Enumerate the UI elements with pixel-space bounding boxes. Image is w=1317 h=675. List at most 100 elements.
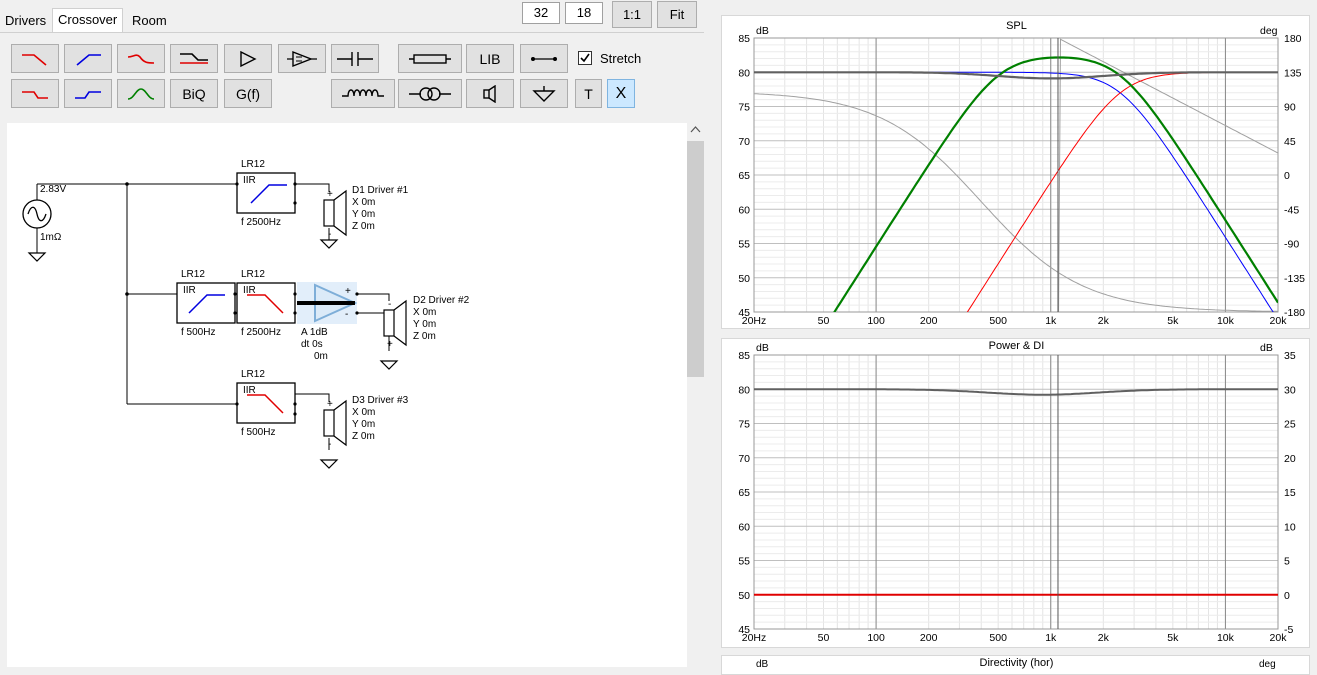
x-tick: 20k [1270, 315, 1288, 327]
filter-block-1[interactable]: LR12 IIR f 2500Hz [236, 159, 296, 228]
driver-2-z: Z 0m [413, 331, 436, 342]
tab-room[interactable]: Room [127, 10, 172, 32]
left-unit-label: dB [756, 342, 769, 354]
fit-button[interactable]: Fit [657, 1, 697, 28]
wire-icon [531, 56, 557, 61]
power-di-graph[interactable]: 85807570656055504535302520151050-520Hz 50… [722, 339, 1311, 649]
x-tick: 5k [1167, 315, 1179, 327]
y-tick-left: 85 [738, 350, 750, 362]
lowpass-filter-tool[interactable] [11, 44, 59, 73]
tab-drivers[interactable]: Drivers [0, 10, 52, 32]
x-tick: 10k [1217, 315, 1235, 327]
one-to-one-button[interactable]: 1:1 [612, 1, 652, 28]
y-tick-right: -180 [1284, 307, 1305, 319]
biquad-button[interactable]: BiQ [170, 79, 218, 108]
wire-tool[interactable] [520, 44, 568, 73]
y-tick-right: 20 [1284, 453, 1296, 465]
stretch-checkbox[interactable] [578, 51, 592, 65]
left-unit-label: dB [756, 25, 769, 37]
svg-text:-: - [388, 299, 391, 310]
directivity-graph-panel: Directivity (hor) dB deg [721, 655, 1310, 675]
x-tick: 1k [1045, 315, 1057, 327]
bandpass-tool[interactable] [117, 79, 165, 108]
highpass-filter-tool[interactable] [64, 44, 112, 73]
filter-block-2[interactable]: LR12 IIR f 500Hz [176, 269, 236, 338]
y-tick-left: 60 [738, 204, 750, 216]
shelf-icon [180, 52, 208, 64]
spl-graph[interactable]: 85807570656055504518013590450-45-90-135-… [722, 16, 1311, 330]
resistor-tool[interactable] [398, 44, 462, 73]
filter-4-kind: IIR [243, 385, 256, 396]
speaker-tool[interactable] [466, 79, 514, 108]
driver-3-speaker[interactable]: +- [319, 399, 347, 469]
amplifier-block[interactable]: + - A 1dB dt 0s 0m [297, 282, 358, 362]
filter-block-4[interactable]: LR12 IIR f 500Hz [236, 369, 296, 438]
svg-text:-: - [328, 229, 331, 240]
y-tick-right: 10 [1284, 521, 1296, 533]
zoom-y-field[interactable]: 18 [565, 2, 603, 24]
text-tool[interactable]: T [575, 79, 602, 108]
wave-red-icon [127, 53, 155, 64]
amplifier-triangle-icon [240, 50, 257, 67]
svg-text:-: - [328, 439, 331, 450]
y-tick-right: -45 [1284, 204, 1299, 216]
filter-2-freq: f 500Hz [181, 327, 215, 338]
x-tick: 1k [1045, 632, 1057, 644]
bandpass-green-icon [127, 87, 155, 100]
y-tick-left: 80 [738, 67, 750, 79]
delete-tool[interactable]: X [607, 79, 635, 108]
y-tick-right: 90 [1284, 102, 1296, 114]
filter-1-type: LR12 [241, 159, 265, 170]
tab-crossover[interactable]: Crossover [52, 8, 124, 33]
schematic-canvas[interactable]: 2.83V 1mΩ LR12 IIR f 2500Hz + - D1 Driver… [7, 123, 687, 667]
zoom-x-field[interactable]: 32 [522, 2, 560, 24]
amplifier-tool[interactable] [224, 44, 272, 73]
filter-4-type: LR12 [241, 369, 265, 380]
voltage-source[interactable]: 2.83V 1mΩ [22, 184, 66, 262]
resistor-icon [409, 53, 451, 64]
lowpass-step-red-icon [22, 90, 48, 99]
y-tick-right: 0 [1284, 170, 1290, 182]
y-tick-right: 5 [1284, 556, 1290, 568]
filter-2-type: LR12 [181, 269, 205, 280]
scroll-up-arrow-icon[interactable] [690, 125, 701, 133]
allpass-filter-tool[interactable] [117, 44, 165, 73]
driver-2-name: D2 Driver #2 [413, 295, 470, 306]
x-tick: 20k [1270, 632, 1288, 644]
x-tick: 500 [989, 315, 1007, 327]
svg-text:+: + [345, 286, 351, 297]
highpass-step-blue-icon [75, 90, 101, 99]
x-tick: 50 [818, 632, 830, 644]
sum-response-curve [754, 71, 1278, 80]
x-tick: 100 [867, 632, 885, 644]
y-tick-right: 180 [1284, 33, 1302, 45]
transformer-tool[interactable] [398, 79, 462, 108]
driver-2-speaker[interactable]: -+ [379, 299, 407, 370]
ground-tool[interactable] [520, 79, 568, 108]
highpass-1st-tool[interactable] [64, 79, 112, 108]
lowpass-1st-tool[interactable] [11, 79, 59, 108]
delay-amplifier-tool[interactable] [278, 44, 326, 73]
filter-1-kind: IIR [243, 175, 256, 186]
y-tick-right: 30 [1284, 384, 1296, 396]
svg-text:+: + [327, 399, 333, 410]
inductor-tool[interactable] [331, 79, 395, 108]
filter-block-3[interactable]: LR12 IIR f 2500Hz [236, 269, 296, 338]
driver-3-z: Z 0m [352, 431, 375, 442]
transfer-function-button[interactable]: G(f) [224, 79, 272, 108]
y-tick-left: 50 [738, 273, 750, 285]
power-di-graph-panel: Power & DI 85 80 75 70 65 60 55 50 45 35 30 25 20 15 1… [721, 338, 1310, 648]
x-tick: 10k [1217, 632, 1235, 644]
canvas-scrollbar-thumb[interactable] [687, 141, 704, 377]
library-button[interactable]: LIB [466, 44, 514, 73]
bandpass-response-curve [833, 56, 1278, 312]
shelf-filter-tool[interactable] [170, 44, 218, 73]
filter-3-type: LR12 [241, 269, 265, 280]
y-tick-left: 75 [738, 419, 750, 431]
capacitor-icon [337, 51, 373, 66]
y-tick-right: -90 [1284, 239, 1299, 251]
driver-1-y: Y 0m [352, 209, 375, 220]
driver-1-speaker[interactable]: +- [319, 189, 347, 249]
capacitor-tool[interactable] [331, 44, 379, 73]
driver-3-name: D3 Driver #3 [352, 395, 409, 406]
